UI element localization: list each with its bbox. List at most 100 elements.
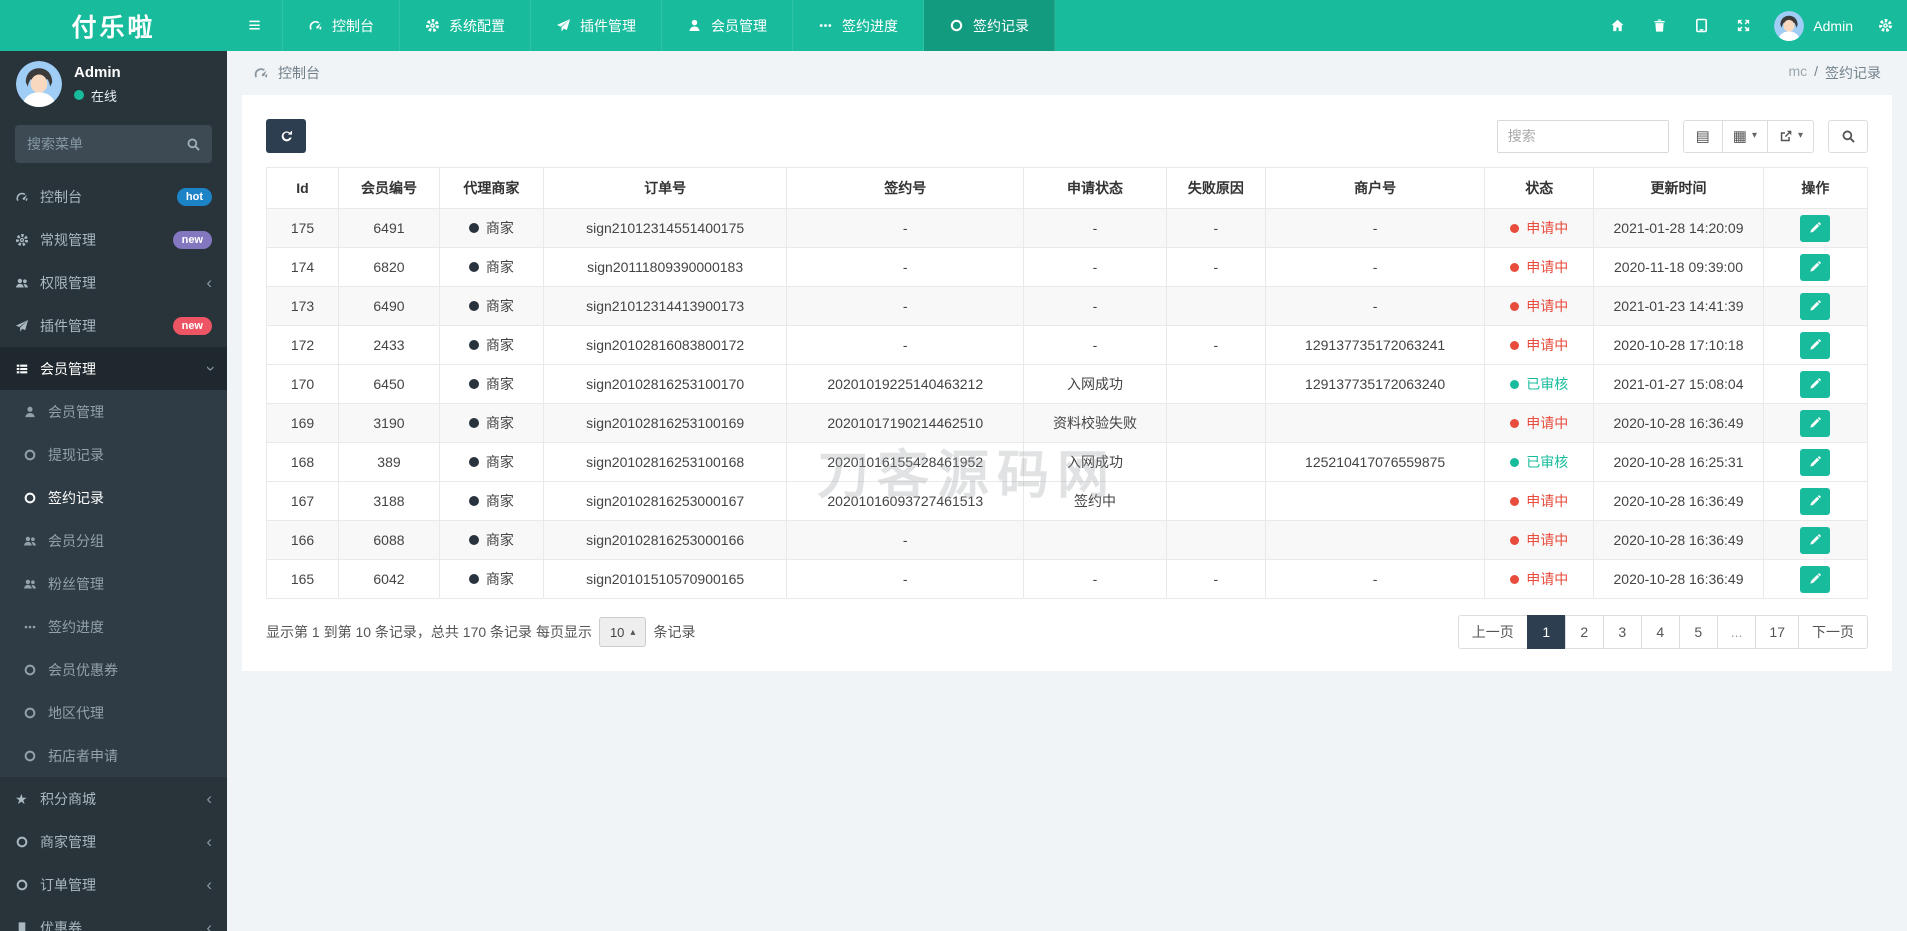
sidebar-item-2[interactable]: 权限管理 ‹ — [0, 261, 227, 304]
trash-icon — [1652, 18, 1667, 33]
cell-status: 申请中 — [1484, 559, 1595, 599]
table-search-input[interactable] — [1496, 119, 1669, 153]
topnav-tab-0[interactable]: 控制台 — [283, 0, 400, 51]
pencil-icon — [1809, 417, 1821, 429]
cell-order: sign20102816253100170 — [542, 364, 788, 404]
search-icon — [1841, 129, 1856, 144]
pencil-icon — [1809, 222, 1821, 234]
topnav-tab-2[interactable]: 插件管理 — [531, 0, 662, 51]
sidebar-item-0[interactable]: 控制台 hot — [0, 175, 227, 218]
circle-icon — [949, 18, 964, 33]
sidebar-subitem-4[interactable]: 粉丝管理 — [0, 562, 227, 605]
sidebar-subitem-2[interactable]: 签约记录 — [0, 476, 227, 519]
dot-icon — [468, 574, 479, 584]
sidebar-subitem-7[interactable]: 地区代理 — [0, 691, 227, 734]
cell-apply-status: - — [1023, 208, 1167, 248]
page-button[interactable]: 17 — [1755, 615, 1799, 649]
edit-button[interactable] — [1800, 331, 1831, 359]
caret-down-icon: ▾ — [1797, 130, 1803, 141]
columns-button[interactable]: ▦ ▾ — [1721, 119, 1768, 153]
prev-page-button[interactable]: 上一页 — [1457, 615, 1528, 649]
cell-status: 申请中 — [1484, 325, 1595, 365]
sidebar-item-3[interactable]: 插件管理 new — [0, 304, 227, 347]
export-button[interactable]: ▾ — [1766, 119, 1814, 153]
topnav-tab-label: 插件管理 — [580, 17, 636, 34]
expand-button[interactable] — [1722, 0, 1764, 51]
edit-button[interactable] — [1800, 526, 1831, 554]
edit-button[interactable] — [1800, 565, 1831, 593]
cell-actions — [1762, 559, 1869, 599]
edit-button[interactable] — [1800, 292, 1831, 320]
dot-icon — [468, 340, 479, 350]
cell-time: 2021-01-28 14:20:09 — [1593, 208, 1764, 248]
sidebar-item-7[interactable]: 订单管理 ‹ — [0, 863, 227, 906]
sidebar-item-5[interactable]: ★ 积分商城 ‹ — [0, 777, 227, 820]
page-button[interactable]: 3 — [1602, 615, 1642, 649]
topnav-user[interactable]: Admin — [1764, 10, 1863, 41]
sidebar-item-1[interactable]: 常规管理 new — [0, 218, 227, 261]
sidebar-subitem-3[interactable]: 会员分组 — [0, 519, 227, 562]
toolbar-right: ▤▦▾ ▾ — [1496, 119, 1868, 153]
toolbar: ▤▦▾ ▾ — [266, 119, 1868, 153]
sidebar-menu: 控制台 hot 常规管理 new 权限管理 ‹ 插件管理 new 会员管理 ‹ 会员管理提现记录签约… — [0, 175, 227, 931]
refresh-button[interactable] — [266, 119, 306, 153]
edit-button[interactable] — [1800, 253, 1831, 281]
users-icon — [15, 276, 29, 290]
page-size-select[interactable]: 10 ▴ — [598, 617, 647, 647]
dot-icon — [468, 223, 479, 233]
cell-actions — [1762, 325, 1869, 365]
search-button[interactable] — [1828, 119, 1868, 153]
page-button[interactable]: 5 — [1678, 615, 1718, 649]
page-button[interactable]: 1 — [1526, 615, 1566, 649]
sidebar-item-label: 粉丝管理 — [48, 575, 104, 592]
cell-merchant: - — [1264, 208, 1486, 248]
cell-sign: - — [786, 208, 1025, 248]
toolbar-button-group: ▤ ▦ ▾ ▾ — [1682, 119, 1814, 153]
breadcrumb-parent[interactable]: mc — [1788, 63, 1807, 83]
cell-id: 170 — [265, 364, 340, 404]
edit-button[interactable] — [1800, 214, 1831, 242]
sidebar-item-label: 提现记录 — [48, 446, 104, 463]
topnav-tab-1[interactable]: 系统配置 — [400, 0, 531, 51]
table-row: 175 6491 商家 sign21012314551400175- - - - 申请中 202… — [265, 208, 1869, 248]
sidebar-subitem-6[interactable]: 会员优惠券 — [0, 648, 227, 691]
search-icon — [186, 136, 201, 154]
dot-icon — [1510, 379, 1520, 389]
hamburger-icon[interactable]: ≡ — [227, 0, 283, 51]
dot-icon — [1510, 535, 1520, 545]
sidebar-subitem-0[interactable]: 会员管理 — [0, 390, 227, 433]
cell-fail-reason — [1165, 481, 1266, 521]
next-page-button[interactable]: 下一页 — [1798, 615, 1868, 649]
detail-view-button[interactable]: ▤ — [1682, 119, 1723, 153]
trash-button[interactable] — [1638, 0, 1680, 51]
sidebar-item-4[interactable]: 会员管理 ‹ — [0, 347, 227, 390]
topnav-tab-3[interactable]: 会员管理 — [662, 0, 793, 51]
cell-agent: 商家 — [438, 481, 544, 521]
topnav-tab-5[interactable]: 签约记录 — [924, 0, 1055, 51]
gears-icon[interactable] — [1863, 0, 1907, 51]
edit-button[interactable] — [1800, 370, 1831, 398]
edit-button[interactable] — [1800, 409, 1831, 437]
columns-icon: ▦ — [1732, 127, 1747, 145]
cell-apply-status: 入网成功 — [1023, 442, 1167, 482]
page-button[interactable]: 2 — [1564, 615, 1604, 649]
sidebar-search-input[interactable] — [15, 125, 212, 163]
topnav-tab-4[interactable]: 签约进度 — [793, 0, 924, 51]
rocket-icon — [15, 319, 29, 333]
cell-sign: 20201019225140463212 — [786, 364, 1025, 404]
table-row: 174 6820 商家 sign20111809390000183- - - - 申请中 202… — [265, 247, 1869, 287]
home-button[interactable] — [1596, 0, 1638, 51]
edit-button[interactable] — [1800, 487, 1831, 515]
sidebar-subitem-5[interactable]: 签约进度 — [0, 605, 227, 648]
sidebar-item-6[interactable]: 商家管理 ‹ — [0, 820, 227, 863]
page-button[interactable]: 4 — [1640, 615, 1680, 649]
dashboard-icon — [253, 65, 269, 81]
edit-button[interactable] — [1800, 448, 1831, 476]
cell-order: sign20102816253000166 — [542, 520, 788, 560]
sidebar-subitem-1[interactable]: 提现记录 — [0, 433, 227, 476]
sidebar-item-8[interactable]: 优惠券 ‹ — [0, 906, 227, 931]
user-panel: Admin 在线 — [0, 51, 227, 117]
cell-agent: 商家 — [438, 559, 544, 599]
sidebar-subitem-8[interactable]: 拓店者申请 — [0, 734, 227, 777]
log-button[interactable] — [1680, 0, 1722, 51]
